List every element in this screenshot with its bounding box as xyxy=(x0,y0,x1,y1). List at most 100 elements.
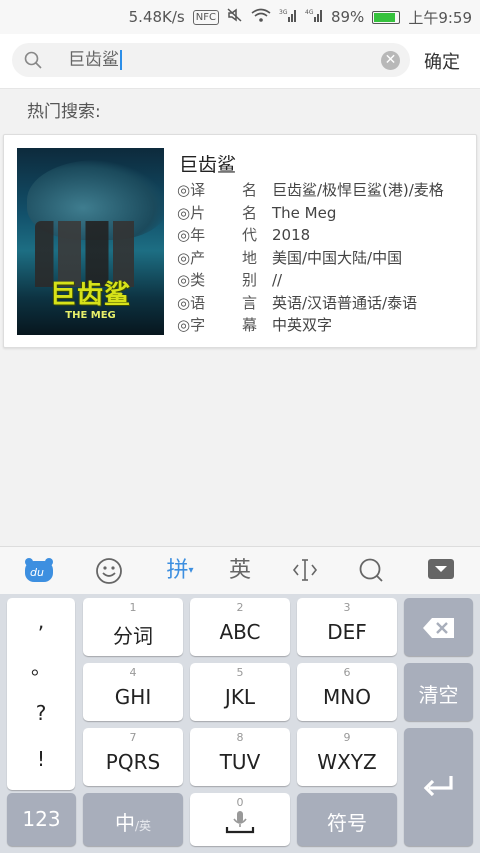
keyboard-toolbar: du 拼▾ 英 xyxy=(0,546,480,595)
punctuation-key[interactable]: ? xyxy=(7,690,75,736)
info-key: ◎类 别 xyxy=(177,269,272,292)
info-key-2: 别 xyxy=(242,271,258,289)
info-key-2: 代 xyxy=(242,226,258,244)
signal-4g-icon: 4G xyxy=(305,8,323,26)
info-key-1: ◎字 xyxy=(177,316,206,334)
info-key-1: ◎产 xyxy=(177,248,206,267)
microphone-icon xyxy=(224,809,256,841)
key-6[interactable]: 6 MNO xyxy=(297,663,397,721)
search-query-text: 巨齿鲨 xyxy=(68,50,119,70)
backspace-key[interactable] xyxy=(404,598,473,656)
key-2[interactable]: 2 ABC xyxy=(190,598,290,656)
info-value: 中英双字 xyxy=(272,316,333,334)
key-4[interactable]: 4 GHI xyxy=(83,663,183,721)
emoji-icon[interactable] xyxy=(94,557,124,585)
battery-icon xyxy=(372,10,401,24)
key-label: DEF xyxy=(327,620,367,644)
info-value: 巨齿鲨/极悍巨鲨(港)/麦格 xyxy=(272,181,444,199)
info-key-1: ◎片 xyxy=(177,203,206,222)
key-5[interactable]: 5 JKL xyxy=(190,663,290,721)
punctuation-key[interactable]: , xyxy=(7,598,75,644)
info-value: 2018 xyxy=(272,226,311,244)
key-1[interactable]: 1 分词 xyxy=(83,598,183,656)
key-label: WXYZ xyxy=(317,750,377,774)
baidu-logo-icon[interactable]: du xyxy=(22,557,56,585)
key-number: 2 xyxy=(236,601,244,614)
clock: 上午9:59 xyxy=(408,8,472,27)
numbers-key[interactable]: 123 xyxy=(7,793,76,846)
punctuation-key[interactable]: 。 xyxy=(7,644,75,690)
movie-info-list: ◎译名巨齿鲨/极悍巨鲨(港)/麦格 ◎片名 The Meg ◎年代 2018 ◎产地美国/… xyxy=(177,179,444,337)
mute-icon xyxy=(227,8,243,26)
info-value: 美国/中国大陆/中国 xyxy=(272,248,403,267)
key-label: ABC xyxy=(219,620,261,644)
lang-sub-label: /英 xyxy=(134,819,152,833)
clear-search-icon[interactable]: ✕ xyxy=(381,51,400,70)
key-number: 1 xyxy=(129,601,137,614)
backspace-icon xyxy=(422,617,456,643)
info-key: ◎产 地 xyxy=(177,247,272,270)
key-label: MNO xyxy=(323,685,371,709)
key-label: TUV xyxy=(219,750,261,774)
space-key[interactable]: 0 xyxy=(190,793,290,846)
info-row: ◎字 幕中英双字 xyxy=(177,314,444,337)
key-8[interactable]: 8 TUV xyxy=(190,728,290,786)
info-row: ◎年 代 2018 xyxy=(177,224,444,247)
keyboard: ,。?! 1 分词 2 ABC 3 DEF 4 GHI 5 JKL 6 MNO 7 PQRS … xyxy=(0,594,480,853)
movie-poster: 巨齿鲨 THE MEG xyxy=(17,148,164,335)
key-label: 分词 xyxy=(113,624,153,648)
info-value: The Meg xyxy=(272,203,337,222)
key-3[interactable]: 3 DEF xyxy=(297,598,397,656)
key-label: JKL xyxy=(224,685,256,709)
punctuation-key[interactable]: ! xyxy=(7,736,75,782)
search-icon xyxy=(24,51,42,73)
key-number: 0 xyxy=(236,796,244,809)
key-number: 8 xyxy=(236,731,244,744)
movie-title: 巨齿鲨 xyxy=(179,154,237,176)
clear-key[interactable]: 清空 xyxy=(404,663,473,721)
signal-3g-icon: 3G xyxy=(279,8,297,26)
cursor-move-icon[interactable] xyxy=(290,557,320,585)
movie-result-card[interactable]: 巨齿鲨 THE MEG 巨齿鲨 ◎译名巨齿鲨/极悍巨鲨(港)/麦格 ◎片名 The … xyxy=(3,134,477,348)
confirm-button[interactable]: 确定 xyxy=(424,48,460,74)
search-input[interactable]: 巨齿鲨 xyxy=(68,48,122,72)
poster-logo-en: THE MEG xyxy=(65,310,116,321)
search-bar: 巨齿鲨 ✕ 确定 xyxy=(0,34,480,89)
info-key: ◎年 代 xyxy=(177,224,272,247)
english-mode-tab[interactable]: 英 xyxy=(224,557,256,585)
info-key: ◎片 名 xyxy=(177,202,272,225)
key-7[interactable]: 7 PQRS xyxy=(83,728,183,786)
battery-percent: 89% xyxy=(330,8,365,26)
key-9[interactable]: 9 WXYZ xyxy=(297,728,397,786)
enter-key[interactable] xyxy=(404,728,473,846)
info-key: ◎语 言 xyxy=(177,292,272,315)
svg-text:3G: 3G xyxy=(279,9,288,16)
info-key: ◎译 名 xyxy=(177,179,272,202)
info-row: ◎片 名 The Meg xyxy=(177,202,444,225)
language-switch-key[interactable]: 中/英 xyxy=(83,793,183,846)
enter-icon xyxy=(423,774,455,804)
symbol-key-label: 符号 xyxy=(327,811,367,835)
info-row: ◎语 言英语/汉语普通话/泰语 xyxy=(177,292,444,315)
numbers-key-label: 123 xyxy=(22,807,61,831)
key-number: 5 xyxy=(236,666,244,679)
info-key-2: 幕 xyxy=(242,316,258,334)
punctuation-column[interactable]: ,。?! xyxy=(7,598,75,790)
network-speed: 5.48K/s xyxy=(128,8,185,26)
info-value: 英语/汉语普通话/泰语 xyxy=(272,293,418,312)
info-key-1: ◎语 xyxy=(177,293,206,312)
info-key-2: 地 xyxy=(242,248,258,267)
search-input-box[interactable]: 巨齿鲨 ✕ xyxy=(12,43,410,77)
keyboard-search-icon[interactable] xyxy=(356,557,386,585)
wifi-icon xyxy=(251,8,271,26)
svg-text:du: du xyxy=(30,566,44,579)
key-number: 6 xyxy=(343,666,351,679)
info-key-2: 名 xyxy=(242,181,258,199)
pinyin-mode-tab[interactable]: 拼▾ xyxy=(160,557,200,585)
hide-keyboard-icon[interactable] xyxy=(426,557,456,585)
battery-fill xyxy=(374,12,396,22)
info-row: ◎译 名巨齿鲨/极悍巨鲨(港)/麦格 xyxy=(177,179,444,202)
info-key: ◎字 幕 xyxy=(177,314,272,337)
status-bar: 5.48K/s NFC 3G 4G 89% 上午9:59 xyxy=(0,0,480,34)
symbol-key[interactable]: 符号 xyxy=(297,793,397,846)
